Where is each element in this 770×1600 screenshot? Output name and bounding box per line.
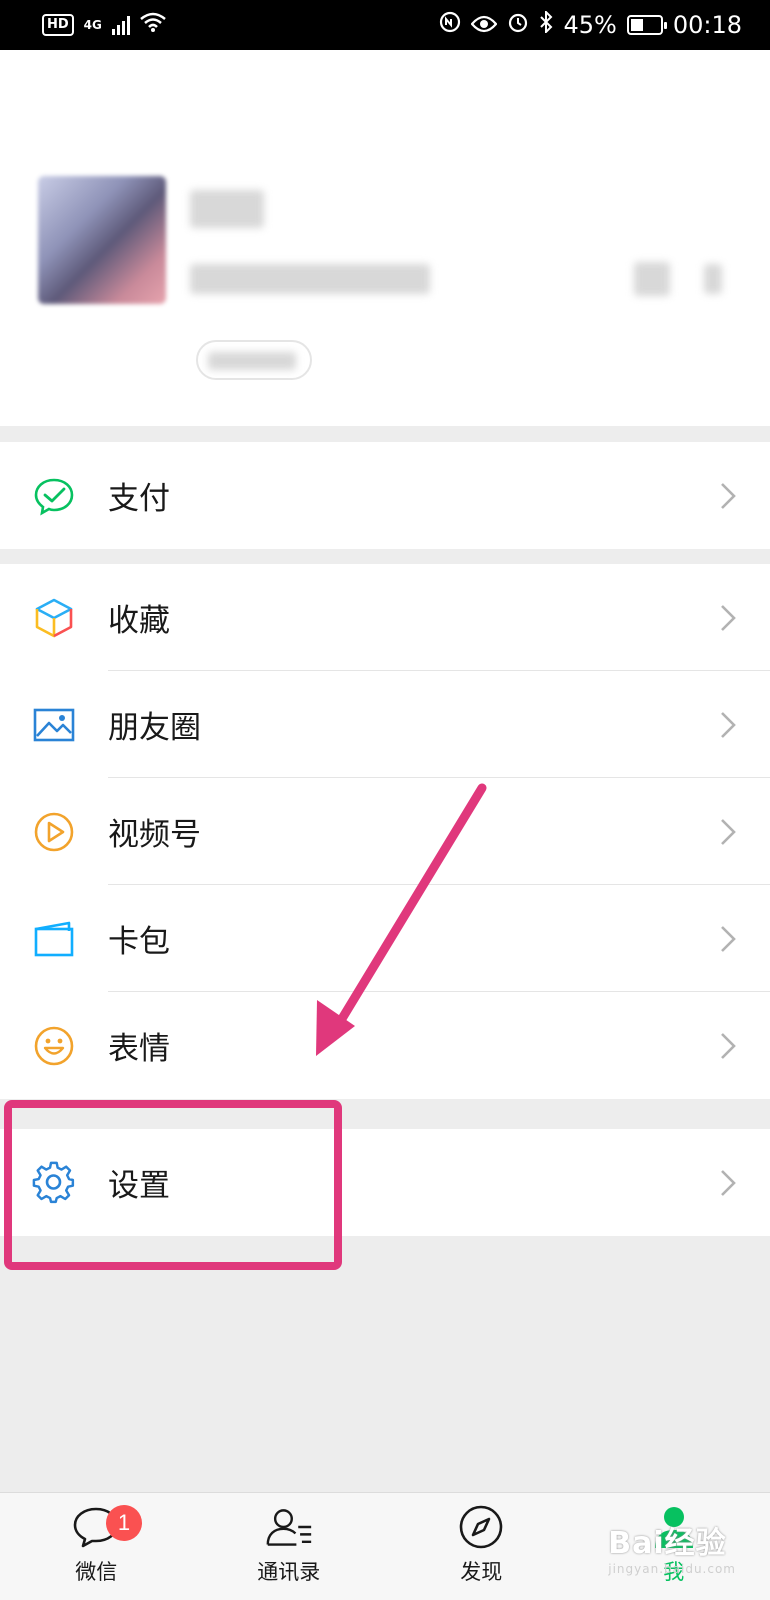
tab-chats[interactable]: 1 微信 (0, 1493, 193, 1600)
tab-me[interactable]: 我 Bai经验 jingyan.baidu.com (578, 1493, 770, 1600)
watermark: Bai经验 jingyan.baidu.com (608, 1518, 736, 1576)
tab-label-discover: 发现 (460, 1560, 503, 1584)
annotation-arrow (316, 783, 487, 1056)
tab-discover[interactable]: 发现 (385, 1493, 578, 1600)
unread-badge: 1 (106, 1505, 142, 1541)
compass-icon (457, 1504, 505, 1550)
bottom-tab-bar: 1 微信 通讯录 发现 我 Bai经验 jingyan.baidu.com (0, 1492, 770, 1600)
tab-contacts[interactable]: 通讯录 (193, 1493, 386, 1600)
watermark-text: Bai经验 (608, 1526, 727, 1561)
contacts-icon (265, 1504, 313, 1550)
annotation-highlight-box (4, 1100, 342, 1270)
tab-label-contacts: 通讯录 (257, 1560, 321, 1584)
watermark-sub: jingyan.baidu.com (608, 1562, 736, 1576)
tab-label-chats: 微信 (75, 1560, 118, 1584)
